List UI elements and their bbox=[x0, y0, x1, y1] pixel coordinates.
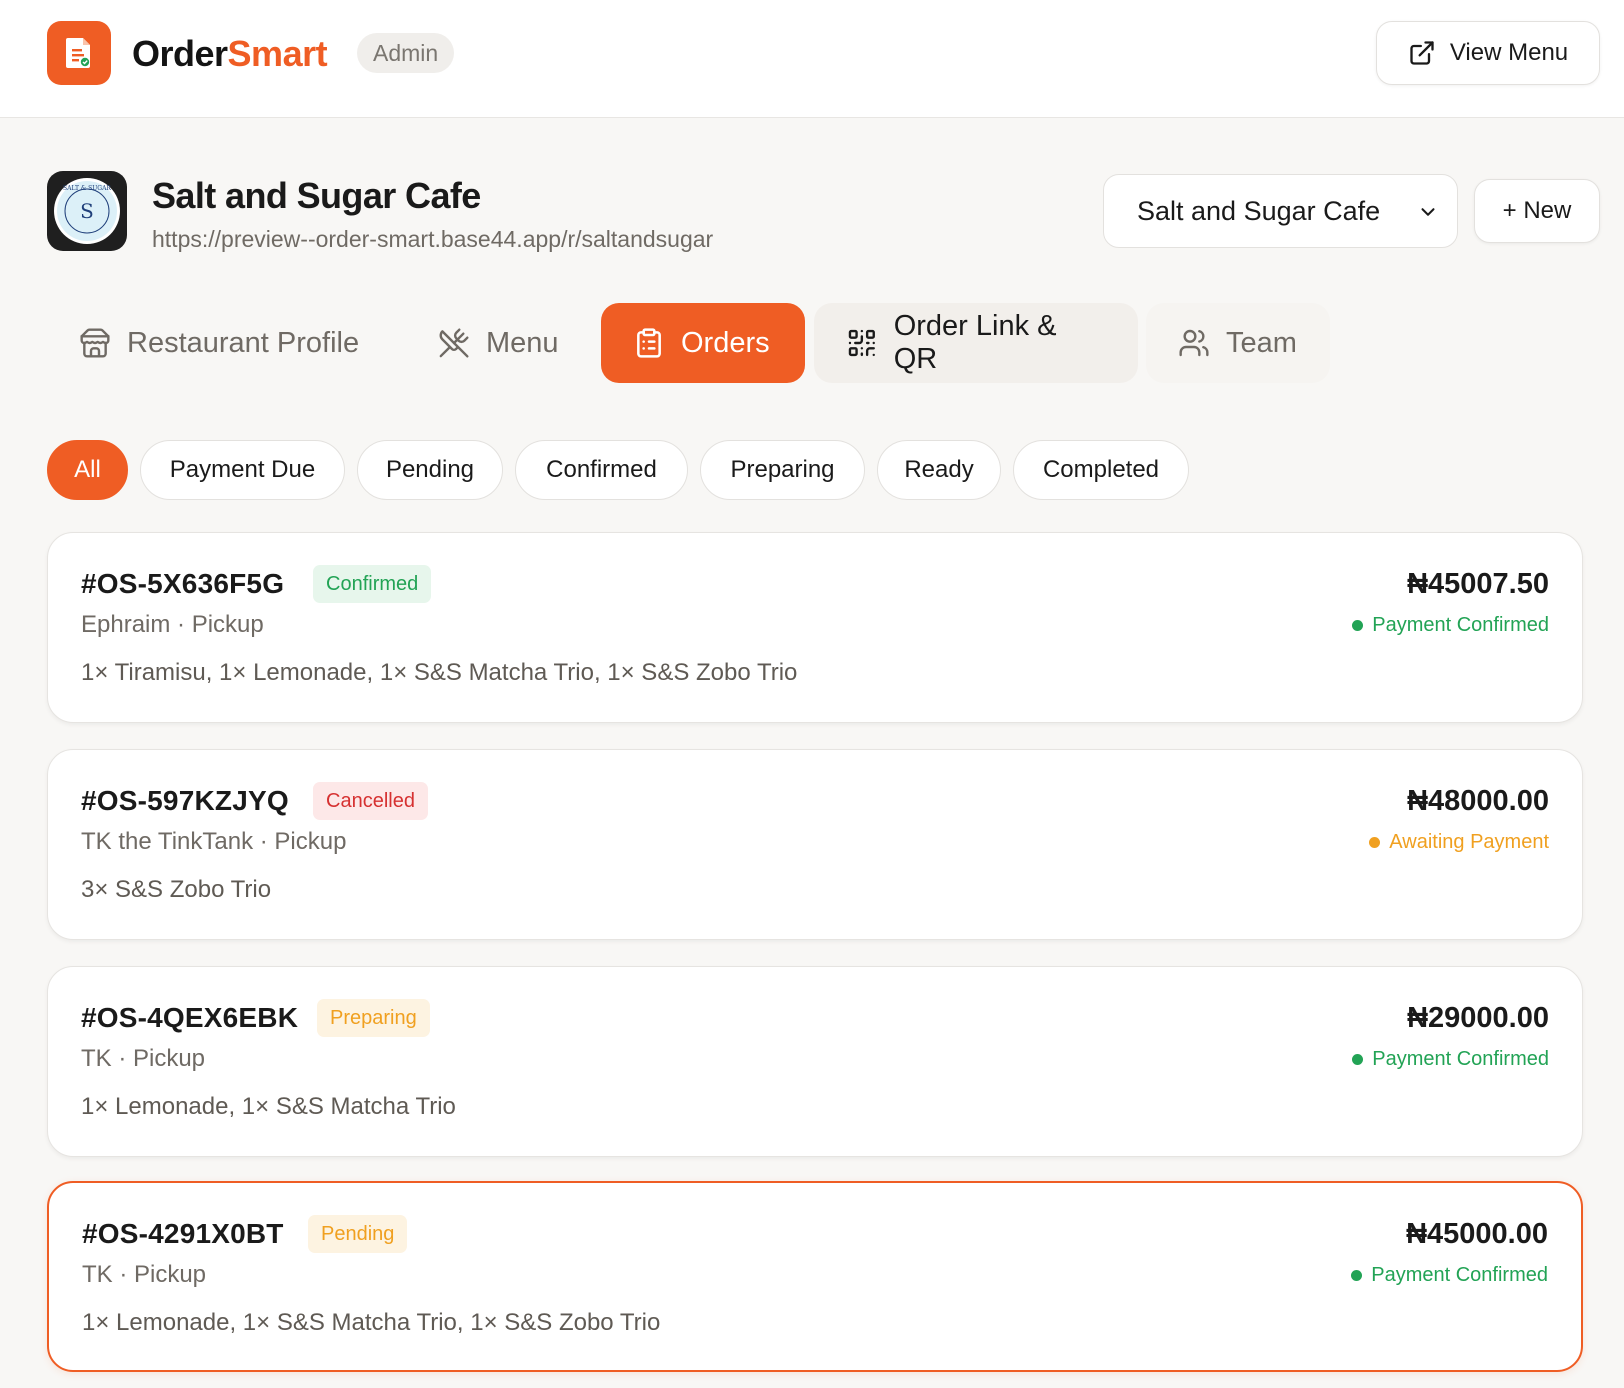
status-dot-icon bbox=[1369, 836, 1381, 848]
brand-name: OrderSmart bbox=[132, 30, 328, 78]
qr-code-icon bbox=[848, 329, 875, 357]
order-id: #OS-4291X0BT bbox=[82, 1218, 284, 1249]
status-dot-icon bbox=[1352, 1053, 1364, 1065]
order-items: 1× Tiramisu, 1× Lemonade, 1× S&S Matcha … bbox=[81, 659, 798, 686]
chevron-down-icon bbox=[1421, 208, 1435, 216]
status-badge: Pending bbox=[308, 1215, 408, 1253]
order-id: #OS-5X636F5G bbox=[81, 568, 285, 599]
payment-status-label: Payment Confirmed bbox=[1372, 1048, 1549, 1070]
app-logo[interactable] bbox=[47, 21, 111, 85]
filter-payment-due[interactable]: Payment Due bbox=[140, 440, 345, 500]
order-total: ₦29000.00 bbox=[1407, 1002, 1549, 1034]
status-badge: Cancelled bbox=[313, 782, 428, 820]
tab-restaurant-profile[interactable]: Restaurant Profile bbox=[47, 303, 398, 383]
filter-preparing[interactable]: Preparing bbox=[700, 440, 865, 500]
tab-label: Menu bbox=[486, 326, 559, 359]
view-menu-button[interactable]: View Menu bbox=[1376, 21, 1600, 85]
role-badge: Admin bbox=[357, 33, 455, 73]
svg-text:SALT & SUGAR: SALT & SUGAR bbox=[63, 185, 111, 192]
payment-status-label: Awaiting Payment bbox=[1389, 831, 1549, 853]
new-restaurant-button[interactable]: + New bbox=[1474, 179, 1600, 243]
restaurant-select-value: Salt and Sugar Cafe bbox=[1137, 195, 1381, 226]
order-card[interactable]: #OS-597KZJYQ Cancelled TK the TinkTank ·… bbox=[47, 749, 1583, 940]
utensils-crossed-icon bbox=[439, 328, 469, 358]
filter-completed[interactable]: Completed bbox=[1013, 440, 1189, 500]
restaurant-select[interactable]: Salt and Sugar Cafe bbox=[1103, 174, 1458, 248]
order-card[interactable]: #OS-4291X0BT Pending TK · Pickup 1× Lemo… bbox=[47, 1181, 1583, 1372]
payment-status: Awaiting Payment bbox=[1369, 828, 1549, 856]
store-icon bbox=[80, 328, 110, 358]
order-total: ₦45000.00 bbox=[1406, 1218, 1548, 1250]
tab-orders[interactable]: Orders bbox=[601, 303, 805, 383]
restaurant-seal-icon: S SALT & SUGAR bbox=[54, 178, 120, 244]
brand-part-1: Order bbox=[132, 33, 228, 74]
brand-part-2: Smart bbox=[227, 33, 328, 74]
order-total: ₦48000.00 bbox=[1407, 785, 1549, 817]
order-card[interactable]: #OS-5X636F5G Confirmed Ephraim · Pickup … bbox=[47, 532, 1583, 723]
order-customer: TK · Pickup bbox=[81, 1045, 206, 1072]
payment-status: Payment Confirmed bbox=[1352, 611, 1549, 639]
order-customer: TK the TinkTank · Pickup bbox=[81, 828, 347, 855]
svg-text:S: S bbox=[80, 199, 94, 223]
order-id: #OS-4QEX6EBK bbox=[81, 1002, 299, 1033]
order-items: 1× Lemonade, 1× S&S Matcha Trio, 1× S&S … bbox=[82, 1309, 661, 1336]
order-total: ₦45007.50 bbox=[1407, 568, 1549, 600]
filter-confirmed[interactable]: Confirmed bbox=[515, 440, 688, 500]
view-menu-label: View Menu bbox=[1449, 39, 1569, 66]
payment-status: Payment Confirmed bbox=[1351, 1261, 1548, 1289]
status-badge: Preparing bbox=[317, 999, 430, 1037]
tab-menu[interactable]: Menu bbox=[406, 303, 592, 383]
order-customer: TK · Pickup bbox=[82, 1261, 207, 1288]
order-customer: Ephraim · Pickup bbox=[81, 611, 264, 638]
filter-all[interactable]: All bbox=[47, 440, 128, 500]
tab-label: Restaurant Profile bbox=[127, 326, 360, 359]
order-items: 3× S&S Zobo Trio bbox=[81, 876, 272, 903]
document-icon bbox=[66, 38, 90, 68]
payment-status: Payment Confirmed bbox=[1352, 1045, 1549, 1073]
tab-label: Team bbox=[1226, 326, 1297, 359]
tab-label: Order Link & QR bbox=[893, 310, 1057, 375]
tab-team[interactable]: Team bbox=[1146, 303, 1330, 383]
order-items: 1× Lemonade, 1× S&S Matcha Trio bbox=[81, 1093, 456, 1120]
payment-status-label: Payment Confirmed bbox=[1371, 1264, 1548, 1286]
status-dot-icon bbox=[1352, 619, 1364, 631]
external-link-icon bbox=[1410, 41, 1434, 65]
order-card[interactable]: #OS-4QEX6EBK Preparing TK · Pickup 1× Le… bbox=[47, 966, 1583, 1157]
status-badge: Confirmed bbox=[313, 565, 432, 603]
users-icon bbox=[1179, 329, 1209, 357]
top-bar: OrderSmart Admin View Menu bbox=[0, 0, 1624, 118]
filter-pending[interactable]: Pending bbox=[357, 440, 503, 500]
order-id: #OS-597KZJYQ bbox=[81, 785, 289, 816]
restaurant-logo: S SALT & SUGAR bbox=[47, 171, 127, 251]
tab-order-link-qr[interactable]: Order Link & QR bbox=[814, 303, 1138, 383]
restaurant-url[interactable]: https://preview--order-smart.base44.app/… bbox=[152, 224, 713, 254]
tab-label: Orders bbox=[681, 326, 770, 359]
status-dot-icon bbox=[1351, 1269, 1363, 1281]
clipboard-icon bbox=[637, 328, 661, 358]
payment-status-label: Payment Confirmed bbox=[1372, 614, 1549, 636]
filter-ready[interactable]: Ready bbox=[877, 440, 1001, 500]
restaurant-name: Salt and Sugar Cafe bbox=[152, 175, 481, 216]
